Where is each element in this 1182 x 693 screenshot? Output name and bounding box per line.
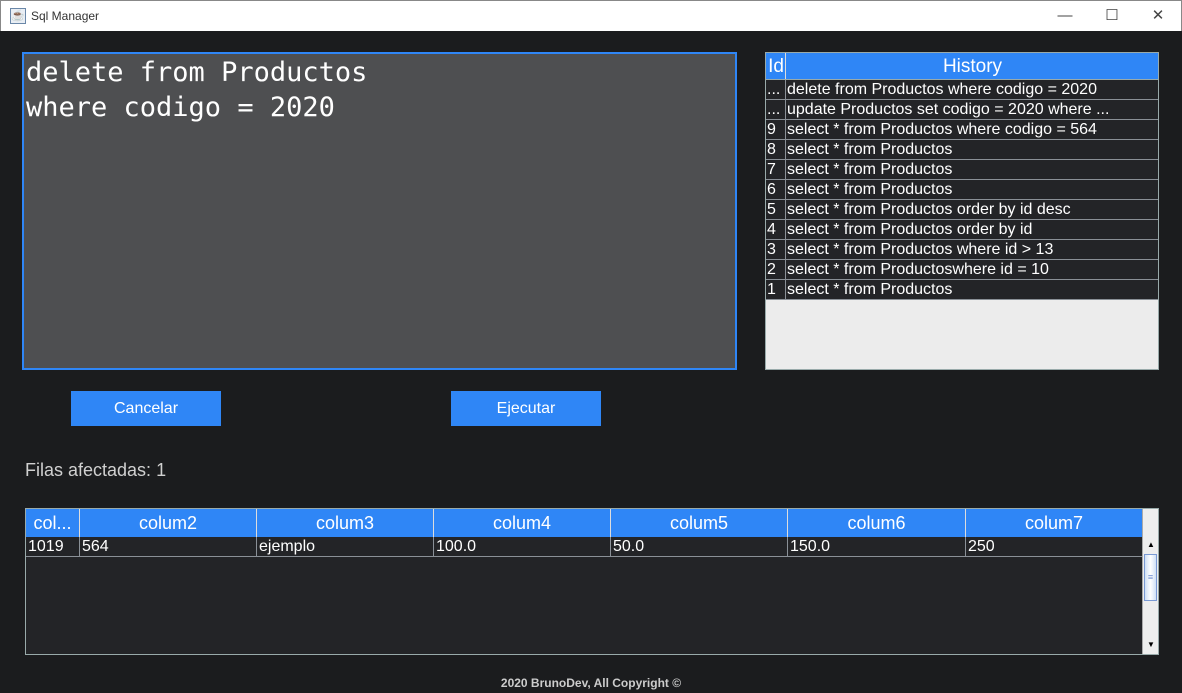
scroll-thumb[interactable]: ≡ (1144, 554, 1157, 601)
history-table[interactable]: Id History ... delete from Productos wher… (765, 52, 1159, 370)
results-cell: 250 (966, 537, 1143, 556)
history-header: Id History (766, 53, 1158, 80)
history-id: 8 (766, 140, 786, 159)
history-id: ... (766, 80, 786, 99)
history-row[interactable]: 9 select * from Productos where codigo = … (766, 120, 1158, 140)
history-id: 5 (766, 200, 786, 219)
header-id[interactable]: Id (766, 53, 786, 79)
vertical-scrollbar[interactable]: ▲ ≡ ▼ (1142, 509, 1158, 654)
history-query: select * from Productos (787, 281, 953, 298)
history-row[interactable]: 3 select * from Productos where id > 13 (766, 240, 1158, 260)
results-cell: 100.0 (434, 537, 611, 556)
results-cell: ejemplo (257, 537, 434, 556)
affected-rows-label: Filas afectadas: 1 (25, 460, 167, 480)
sql-editor[interactable]: delete from Productos where codigo = 202… (22, 52, 737, 370)
results-column-header[interactable]: colum5 (611, 509, 788, 537)
window-title: Sql Manager (31, 9, 100, 23)
history-query: select * from Productos where id > 13 (787, 241, 1054, 258)
history-row[interactable]: 2 select * from Productoswhere id = 10 (766, 260, 1158, 280)
history-id: 9 (766, 120, 786, 139)
history-row[interactable]: 4 select * from Productos order by id (766, 220, 1158, 240)
java-cup-icon: ☕ (10, 8, 26, 24)
scroll-down-icon[interactable]: ▼ (1144, 637, 1158, 653)
title-bar: ☕ Sql Manager — ☐ ✕ (0, 0, 1182, 31)
history-row[interactable]: 5 select * from Productos order by id des… (766, 200, 1158, 220)
header-history[interactable]: History (786, 53, 1158, 79)
cancel-button[interactable]: Cancelar (71, 391, 221, 426)
results-column-header[interactable]: col... (26, 509, 80, 537)
history-id: 2 (766, 260, 786, 279)
history-row[interactable]: 7 select * from Productos (766, 160, 1158, 180)
history-id: 3 (766, 240, 786, 259)
results-column-header[interactable]: colum4 (434, 509, 611, 537)
minimize-icon[interactable]: — (1050, 5, 1080, 27)
history-query: select * from Productos where codigo = 5… (787, 121, 1097, 138)
results-column-header[interactable]: colum6 (788, 509, 966, 537)
results-row[interactable]: 1019 564 ejemplo 100.0 50.0 150.0 250 (26, 537, 1143, 557)
history-query: select * from Productos (787, 181, 953, 198)
history-row[interactable]: 6 select * from Productos (766, 180, 1158, 200)
results-column-header[interactable]: colum3 (257, 509, 434, 537)
results-cell: 150.0 (788, 537, 966, 556)
execute-button[interactable]: Ejecutar (451, 391, 601, 426)
scroll-up-icon[interactable]: ▲ (1144, 537, 1158, 553)
results-header: col... colum2 colum3 colum4 colum5 colum6 colu… (26, 509, 1143, 537)
history-row[interactable]: ... delete from Productos where codigo = … (766, 80, 1158, 100)
results-column-header[interactable]: colum7 (966, 509, 1143, 537)
results-cell: 564 (80, 537, 257, 556)
maximize-icon[interactable]: ☐ (1097, 5, 1127, 27)
history-query: select * from Productos (787, 141, 953, 158)
results-cell: 1019 (26, 537, 80, 556)
history-query: select * from Productos order by id desc (787, 201, 1071, 218)
history-query: select * from Productoswhere id = 10 (787, 261, 1049, 278)
history-id: 7 (766, 160, 786, 179)
history-query: select * from Productos order by id (787, 221, 1033, 238)
history-id: 6 (766, 180, 786, 199)
results-table[interactable]: col... colum2 colum3 colum4 colum5 colum6 colu… (25, 508, 1159, 655)
history-id: 4 (766, 220, 786, 239)
history-id: 1 (766, 280, 786, 299)
history-id: ... (766, 100, 786, 119)
history-row[interactable]: 8 select * from Productos (766, 140, 1158, 160)
results-cell: 50.0 (611, 537, 788, 556)
history-row[interactable]: 1 select * from Productos (766, 280, 1158, 300)
footer-copyright: 2020 BrunoDev, All Copyright © (500, 676, 682, 690)
history-query: select * from Productos (787, 161, 953, 178)
history-query: update Productos set codigo = 2020 where… (787, 101, 1110, 118)
history-row[interactable]: ... update Productos set codigo = 2020 wh… (766, 100, 1158, 120)
results-column-header[interactable]: colum2 (80, 509, 257, 537)
history-query: delete from Productos where codigo = 202… (787, 81, 1097, 98)
close-icon[interactable]: ✕ (1143, 5, 1173, 27)
